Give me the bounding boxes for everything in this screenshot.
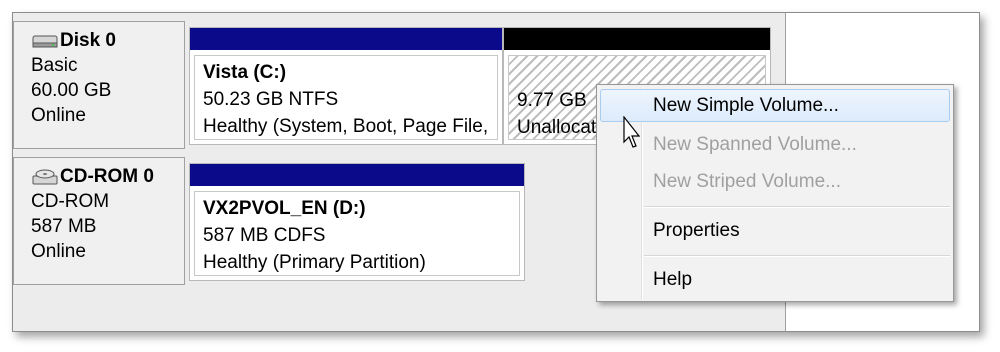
menu-item-new-striped-volume[interactable]: New Striped Volume...: [600, 165, 950, 198]
cd-rom-0-size: 587 MB: [31, 216, 97, 237]
volume-cdrom-details: VX2PVOL_EN (D:) 587 MB CDFS Healthy (Pri…: [194, 191, 520, 276]
disk-0-size: 60.00 GB: [31, 80, 112, 101]
cd-rom-0-type: CD-ROM: [31, 191, 110, 212]
hard-disk-icon: [32, 35, 58, 47]
volume-title: Vista (C:): [203, 62, 287, 83]
volume-size-fs: 50.23 GB NTFS: [203, 89, 339, 110]
mouse-cursor-icon: [623, 116, 640, 148]
cd-rom-drive-icon: [32, 169, 58, 184]
volume-title: VX2PVOL_EN (D:): [203, 198, 366, 219]
volume-header-bar: [190, 28, 502, 50]
volume-vista-details: Vista (C:) 50.23 GB NTFS Healthy (System…: [194, 55, 498, 140]
menu-separator: [644, 255, 950, 257]
disk-0-type: Basic: [31, 55, 78, 76]
disk-0-label[interactable]: Disk 0 Basic 60.00 GB Online: [13, 21, 185, 149]
unallocated-header-bar: [504, 28, 770, 50]
cd-rom-0-name: CD-ROM 0: [60, 166, 154, 187]
volume-status: Healthy (Primary Partition): [203, 252, 426, 273]
menu-separator: [644, 206, 950, 208]
context-menu: New Simple Volume... New Spanned Volume.…: [596, 84, 954, 302]
disk-0-name: Disk 0: [60, 30, 116, 51]
volume-header-bar: [190, 164, 524, 186]
menu-item-new-simple-volume[interactable]: New Simple Volume...: [600, 89, 950, 122]
volume-vista-c[interactable]: Vista (C:) 50.23 GB NTFS Healthy (System…: [189, 27, 503, 145]
cd-rom-0-label[interactable]: CD-ROM 0 CD-ROM 587 MB Online: [13, 157, 185, 285]
volume-cdrom-d[interactable]: VX2PVOL_EN (D:) 587 MB CDFS Healthy (Pri…: [189, 163, 525, 281]
volume-status: Healthy (System, Boot, Page File,: [203, 116, 489, 137]
volume-size-fs: 587 MB CDFS: [203, 225, 326, 246]
menu-item-new-spanned-volume[interactable]: New Spanned Volume...: [600, 128, 950, 161]
cd-rom-0-status: Online: [31, 241, 86, 262]
menu-item-properties[interactable]: Properties: [600, 214, 950, 247]
menu-item-help[interactable]: Help: [600, 263, 950, 296]
disk-0-status: Online: [31, 105, 86, 126]
cd-rom-0-name-row: CD-ROM 0: [31, 164, 184, 189]
disk-0-name-row: Disk 0: [31, 28, 184, 53]
